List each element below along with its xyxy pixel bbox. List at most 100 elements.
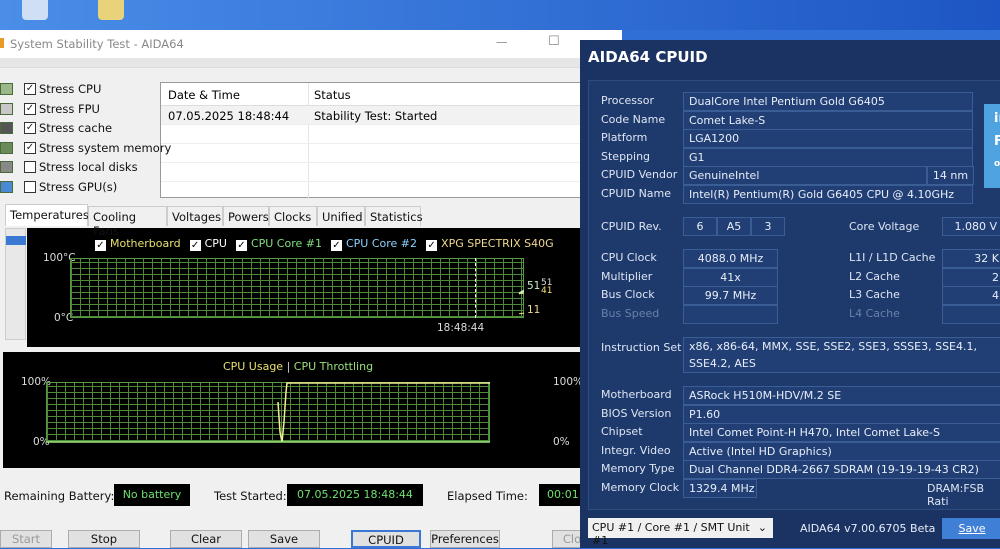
legend-checkbox[interactable]: ✓ [235, 240, 247, 251]
desktop [0, 0, 1000, 30]
clear-button[interactable]: Clear [170, 530, 242, 548]
cpuid-label: Stepping [601, 149, 651, 163]
cpuid-save-button[interactable]: Save [942, 518, 1000, 539]
clock-label: Multiplier [601, 269, 653, 283]
cpuid-label: CPUID Name [601, 187, 672, 200]
stability-test-window: System Stability Test - AIDA64 — ☐ Date … [0, 30, 622, 548]
tab-powers[interactable]: Powers [223, 206, 269, 226]
start-button[interactable]: Start [0, 530, 52, 548]
instruction-set-value: x86, x86-64, MMX, SSE, SSE2, SSE3, SSSE3… [683, 337, 1000, 373]
col-date[interactable]: Date & Time [168, 88, 240, 102]
cpuid-label: Chipset [601, 425, 643, 439]
cpuid-rev-label: CPUID Rev. [601, 220, 662, 233]
stress-checkbox[interactable]: ✓ [24, 83, 36, 95]
battery-label: Remaining Battery: [4, 489, 115, 503]
tab-temperatures[interactable]: Temperatures [5, 204, 89, 226]
cpu-usage-line [277, 382, 490, 443]
cpuid-value: DualCore Intel Pentium Gold G6405 [683, 92, 973, 111]
tab-cooling-fans[interactable]: Cooling Fans [88, 206, 167, 238]
stress-checkbox[interactable] [24, 181, 36, 193]
minimize-button[interactable]: — [496, 35, 508, 49]
legend-label: CPU Core #2 [345, 237, 418, 250]
stress-checkbox[interactable] [24, 161, 36, 174]
preferences-button[interactable]: Preferences [430, 530, 500, 548]
app-icon [0, 38, 4, 48]
cpuid-value: 1329.4 MHz [683, 479, 757, 498]
legend-item[interactable]: ✓ CPU Core #1 [235, 237, 322, 251]
cpuid-value: GenuineIntel [683, 166, 927, 186]
cpuid-window: AIDA64 CPUID 14 nm inFo CPUID Rev. 6 A5 … [580, 40, 1000, 548]
save-button[interactable]: Save [248, 530, 320, 548]
legend-checkbox[interactable]: ✓ [426, 240, 438, 251]
elapsed-label: Elapsed Time: [447, 489, 528, 503]
cpuid-rev-stepping: 3 [751, 217, 785, 236]
cpuid-label: Processor [601, 94, 654, 107]
scroll-thumb[interactable] [6, 236, 26, 245]
tab-statistics[interactable]: Statistics [365, 206, 423, 226]
stress-checkbox[interactable]: ✓ [24, 122, 36, 135]
cpu-core-selector[interactable]: CPU #1 / Core #1 / SMT Unit #1 ⌄ [588, 518, 773, 547]
tab-clocks[interactable]: Clocks [269, 206, 317, 226]
cpuid-button[interactable]: CPUID [351, 530, 421, 548]
cpuid-value: P1.60 [683, 404, 1000, 424]
stress-icon [0, 141, 13, 154]
tab-voltages[interactable]: Voltages [167, 206, 223, 226]
selector-value: CPU #1 / Core #1 / SMT Unit #1 [592, 521, 750, 547]
stress-checkbox[interactable]: ✓ [24, 141, 36, 154]
cache-label: L1I / L1D Cache [849, 251, 936, 264]
cache-label: L4 Cache [849, 306, 900, 320]
cache-value: 32 K [942, 249, 1000, 268]
folder-icon[interactable] [98, 0, 124, 20]
log-row[interactable]: 07.05.2025 18:48:44 Stability Test: Star… [161, 106, 599, 125]
legend-item[interactable]: ✓ CPU Core #2 [330, 237, 418, 251]
tab-unified[interactable]: Unified [317, 206, 365, 226]
cpuid-rev-family: 6 [683, 217, 717, 236]
reading-ssd: 11 [527, 304, 541, 316]
reading-core: 51 [527, 280, 541, 292]
test-started-value: 07.05.2025 18:48:44 [287, 484, 423, 506]
log-row-empty [161, 125, 599, 144]
legend-item[interactable]: ✓ Motherboard [95, 237, 181, 251]
stress-label: Stress CPU [39, 82, 102, 96]
clock-value [683, 304, 778, 324]
clock-value: 4088.0 MHz [683, 249, 778, 268]
graph-list-scrollbar[interactable] [5, 228, 26, 340]
stress-label: Stress system memory [39, 140, 172, 155]
temperature-lines [518, 289, 524, 315]
cache-value: 2 [942, 267, 1000, 287]
clock-label: CPU Clock [601, 251, 657, 264]
cpuid-value: Intel(R) Pentium(R) Gold G6405 CPU @ 4.1… [683, 185, 973, 204]
start-marker [475, 258, 476, 318]
cpuid-label: Integr. Video [601, 443, 671, 457]
legend-item[interactable]: ✓ XPG SPECTRIX S40G [426, 237, 554, 251]
core-voltage-value: 1.080 V [942, 217, 1000, 236]
cache-label: L3 Cache [849, 288, 900, 302]
cpuid-value: Dual Channel DDR4-2667 SDRAM (19-19-19-4… [683, 460, 1000, 480]
cache-label: L2 Cache [849, 269, 900, 283]
legend-item[interactable]: ✓ CPU [189, 237, 227, 251]
recycle-bin-icon[interactable] [22, 0, 48, 20]
usage-right-max: 100% [553, 376, 584, 388]
stress-icon [0, 181, 13, 193]
legend-cpu-usage: CPU Usage [222, 360, 284, 373]
cpuid-label: Motherboard [601, 388, 672, 401]
title-bar: System Stability Test - AIDA64 — ☐ [0, 30, 622, 58]
maximize-button[interactable]: ☐ [548, 34, 560, 49]
dram-fsb-ratio-label: DRAM:FSB Rati [927, 482, 985, 508]
stop-button[interactable]: Stop [68, 530, 140, 548]
cpuid-label: Memory Clock [601, 481, 680, 494]
intel-logo: inFo [984, 104, 1000, 188]
legend-checkbox[interactable]: ✓ [95, 240, 106, 251]
col-status[interactable]: Status [314, 88, 351, 102]
legend-cpu-throttling: CPU Throttling [293, 360, 374, 373]
temperature-legend: ✓ Motherboard ✓ CPU ✓ CPU Core #1 ✓ CPU Core #2… [95, 237, 563, 251]
cpuid-value: Comet Lake-S [683, 110, 973, 130]
cache-value: 4 [942, 286, 1000, 306]
stress-label: Stress cache [39, 121, 113, 136]
legend-checkbox[interactable]: ✓ [189, 240, 201, 251]
legend-checkbox[interactable]: ✓ [330, 240, 342, 251]
legend-label: Motherboard [110, 237, 181, 250]
stress-icon [0, 161, 13, 174]
log-date: 07.05.2025 18:48:44 [168, 109, 290, 123]
stress-checkbox[interactable]: ✓ [24, 102, 36, 115]
